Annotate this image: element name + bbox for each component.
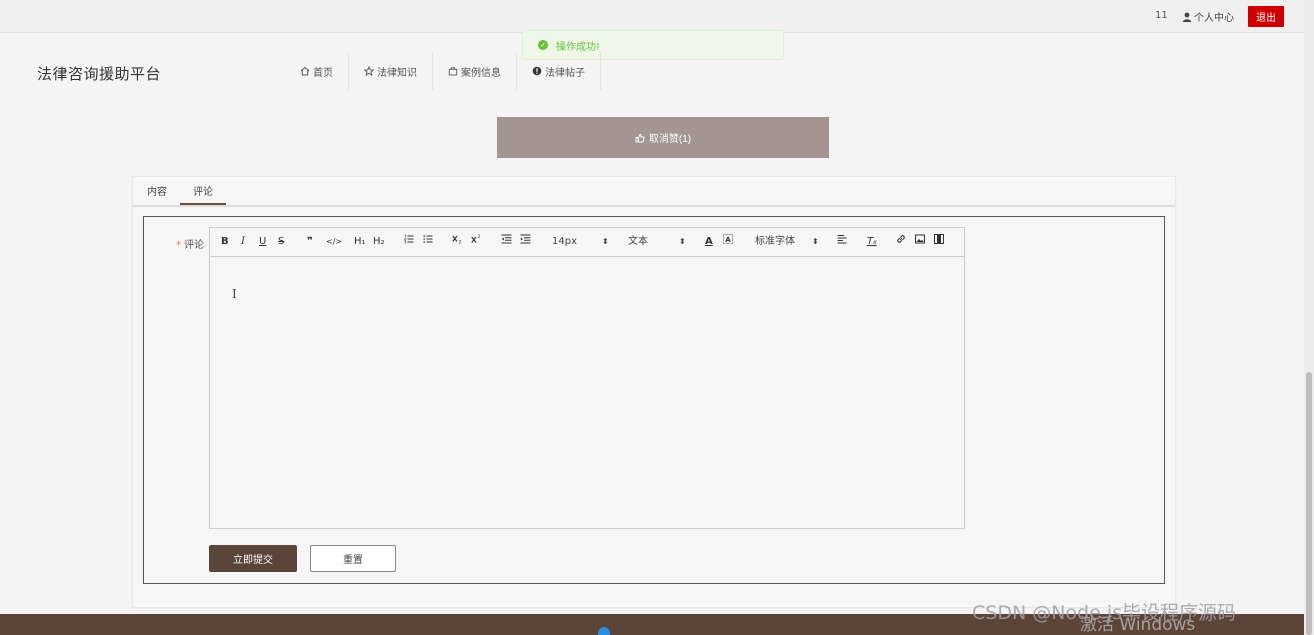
link-icon bbox=[897, 235, 905, 243]
italic-button[interactable]: I bbox=[241, 234, 245, 250]
cancel-like-label: 取消赞(1) bbox=[648, 134, 692, 145]
image-button[interactable] bbox=[915, 234, 925, 250]
video-icon bbox=[934, 234, 944, 244]
toast-message: 操作成功! bbox=[556, 41, 601, 53]
editor-toolbar: B I U S ❞ </> H₁ H₂ 2 2 14px ⬍ 文本 ⬍ A A … bbox=[210, 228, 964, 257]
outdent-button[interactable] bbox=[501, 234, 512, 250]
indent-button[interactable] bbox=[520, 234, 531, 250]
scrollbar-thumb[interactable] bbox=[1306, 372, 1312, 635]
required-mark: * bbox=[176, 240, 181, 251]
rich-text-editor: B I U S ❞ </> H₁ H₂ 2 2 14px ⬍ 文本 ⬍ A A … bbox=[209, 227, 965, 529]
detail-card: 内容 评论 * 评论 B I U S ❞ </> H₁ H₂ 2 2 14px … bbox=[132, 176, 1176, 608]
nav-item-legal-posts[interactable]: 法律帖子 bbox=[516, 52, 601, 90]
nav-item-label: 首页 bbox=[313, 67, 333, 79]
heading1-button[interactable]: H₁ bbox=[354, 234, 366, 250]
user-center-label: 个人中心 bbox=[1194, 13, 1234, 24]
superscript-icon: 2 bbox=[471, 234, 481, 243]
superscript-button[interactable]: 2 bbox=[471, 234, 482, 250]
font-color-button[interactable]: A bbox=[705, 234, 713, 250]
home-icon bbox=[300, 66, 310, 76]
thumbs-up-icon bbox=[635, 133, 645, 142]
bullet-list-icon bbox=[423, 235, 433, 243]
outdent-icon bbox=[501, 234, 512, 244]
align-button[interactable] bbox=[837, 234, 847, 250]
submit-button[interactable]: 立即提交 bbox=[209, 545, 297, 572]
logout-button[interactable]: 退出 bbox=[1248, 6, 1284, 27]
strike-button[interactable]: S bbox=[278, 234, 284, 250]
font-size-value: 14px bbox=[552, 236, 577, 247]
csdn-watermark: CSDN @Node.js毕设程序源码 bbox=[972, 602, 1237, 624]
image-icon bbox=[915, 234, 925, 244]
video-button[interactable] bbox=[934, 234, 944, 250]
tab-comments[interactable]: 评论 bbox=[180, 177, 226, 205]
svg-text:2: 2 bbox=[459, 240, 462, 244]
top-bar: 11 个人中心 退出 bbox=[0, 0, 1304, 33]
font-family-select[interactable]: 标准字体 ⬍ bbox=[755, 234, 819, 250]
comment-field-label: * 评论 bbox=[176, 236, 204, 251]
link-button[interactable] bbox=[896, 234, 906, 250]
text-cursor-icon: I bbox=[232, 287, 237, 301]
subscript-button[interactable]: 2 bbox=[452, 234, 463, 250]
bold-button[interactable]: B bbox=[221, 234, 229, 250]
check-icon: ✓ bbox=[538, 40, 548, 50]
bullet-list-button[interactable] bbox=[423, 234, 433, 250]
ordered-list-icon bbox=[403, 234, 414, 244]
font-family-value: 标准字体 bbox=[755, 236, 795, 247]
nav-item-label: 法律帖子 bbox=[545, 67, 585, 79]
tab-bar: 内容 评论 bbox=[133, 177, 1175, 207]
nav-item-label: 案例信息 bbox=[461, 67, 501, 79]
chevron-updown-icon: ⬍ bbox=[812, 237, 819, 246]
underline-button[interactable]: U bbox=[259, 234, 266, 250]
cancel-like-button[interactable]: 取消赞(1) bbox=[497, 117, 829, 158]
exclamation-icon bbox=[532, 66, 542, 76]
block-type-value: 文本 bbox=[628, 236, 648, 247]
nav-item-case-info[interactable]: 案例信息 bbox=[432, 52, 516, 90]
subscript-icon: 2 bbox=[452, 235, 462, 246]
ordered-list-button[interactable] bbox=[403, 234, 414, 250]
code-button[interactable]: </> bbox=[326, 234, 342, 250]
user-icon bbox=[1182, 12, 1192, 22]
block-type-select[interactable]: 文本 ⬍ bbox=[628, 234, 686, 250]
nav-item-label: 法律知识 bbox=[377, 67, 417, 79]
highlight-icon: A bbox=[723, 234, 733, 244]
clear-format-button[interactable]: Tx bbox=[867, 234, 877, 251]
align-left-icon bbox=[837, 235, 847, 244]
vertical-scrollbar[interactable] bbox=[1304, 0, 1314, 635]
nav-item-home[interactable]: 首页 bbox=[285, 52, 348, 90]
bag-icon bbox=[448, 67, 458, 76]
svg-text:2: 2 bbox=[478, 234, 481, 240]
chevron-updown-icon: ⬍ bbox=[602, 237, 609, 246]
main-nav: 首页 法律知识 案例信息 法律帖子 bbox=[285, 52, 601, 90]
user-center-link[interactable]: 个人中心 bbox=[1182, 9, 1234, 24]
taskbar-indicator bbox=[598, 627, 610, 635]
site-title: 法律咨询援助平台 bbox=[37, 65, 162, 83]
notification-count[interactable]: 11 bbox=[1155, 10, 1168, 21]
svg-text:A: A bbox=[725, 236, 731, 244]
star-icon bbox=[364, 66, 374, 76]
heading2-button[interactable]: H₂ bbox=[373, 234, 385, 250]
quote-button[interactable]: ❞ bbox=[307, 234, 313, 250]
background-color-button[interactable]: A bbox=[723, 234, 733, 250]
chevron-updown-icon: ⬍ bbox=[679, 237, 686, 246]
font-size-select[interactable]: 14px ⬍ bbox=[552, 234, 610, 250]
indent-icon bbox=[520, 234, 531, 244]
tab-content[interactable]: 内容 bbox=[147, 177, 167, 203]
comment-form: * 评论 B I U S ❞ </> H₁ H₂ 2 2 14px ⬍ 文本 ⬍… bbox=[143, 216, 1165, 584]
reset-button[interactable]: 重置 bbox=[310, 545, 396, 572]
nav-item-legal-knowledge[interactable]: 法律知识 bbox=[348, 52, 432, 90]
comment-label-text: 评论 bbox=[184, 240, 204, 251]
